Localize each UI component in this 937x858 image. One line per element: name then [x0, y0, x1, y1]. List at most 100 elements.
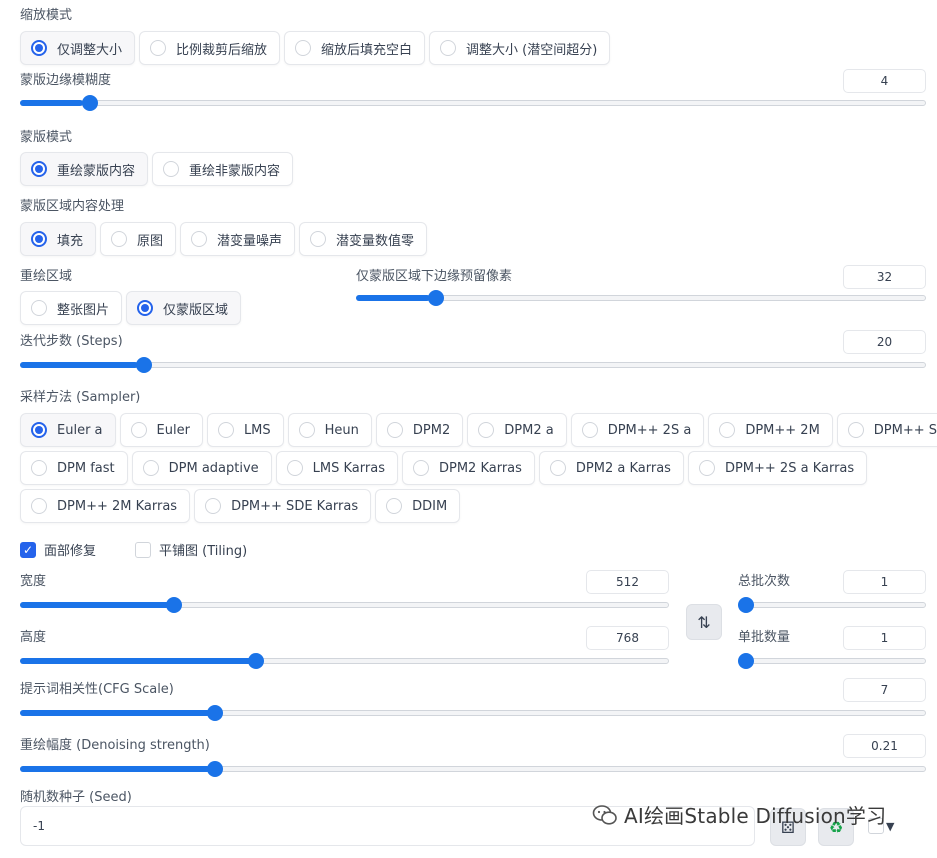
sampler-option[interactable]: LMS Karras [275, 451, 398, 485]
width-slider[interactable] [20, 597, 669, 613]
radio-unchecked-icon [142, 460, 159, 476]
sampler-option[interactable]: DPM++ SDE [836, 413, 937, 447]
restore-faces-checkbox[interactable]: ✓ 面部修复 [20, 540, 96, 559]
cfg-input[interactable]: 7 [843, 678, 926, 702]
masked-content-option[interactable]: 填充 [20, 222, 97, 256]
radio-option-label: DPM fast [57, 460, 115, 476]
radio-option-label: 调整大小 (潜空间超分) [466, 42, 598, 58]
radio-unchecked-icon [549, 460, 566, 476]
radio-unchecked-icon [847, 422, 864, 438]
sampler-option[interactable]: DPM++ 2S a [570, 413, 705, 447]
swap-vertical-icon: ⇅ [697, 612, 711, 632]
padding-slider[interactable] [356, 290, 926, 306]
denoising-label: 重绘幅度 (Denoising strength) [20, 738, 210, 753]
slider-thumb[interactable] [738, 597, 754, 613]
denoising-slider[interactable] [20, 761, 926, 777]
batch-size-slider[interactable] [738, 653, 926, 669]
resize-mode-option[interactable]: 缩放后填充空白 [284, 31, 426, 65]
radio-unchecked-icon [698, 460, 715, 476]
batch-count-slider[interactable] [738, 597, 926, 613]
height-slider[interactable] [20, 653, 669, 669]
resize-mode-option[interactable]: 调整大小 (潜空间超分) [429, 31, 611, 65]
slider-thumb[interactable] [738, 653, 754, 669]
sampler-option[interactable]: DPM fast [20, 451, 128, 485]
radio-unchecked-icon [412, 460, 429, 476]
sampler-option[interactable]: Euler [119, 413, 203, 447]
radio-option-label: DDIM [412, 498, 448, 514]
mask-mode-option[interactable]: 重绘蒙版内容 [20, 152, 149, 186]
slider-thumb[interactable] [247, 653, 264, 669]
sampler-option[interactable]: DPM adaptive [131, 451, 272, 485]
masked-content-option[interactable]: 潜变量噪声 [180, 222, 296, 256]
inpaint-area-option[interactable]: 仅蒙版区域 [126, 291, 242, 325]
resize-mode-option[interactable]: 仅调整大小 [20, 31, 136, 65]
radio-checked-icon [31, 422, 47, 438]
sampler-option[interactable]: DPM++ SDE Karras [194, 489, 372, 523]
height-input[interactable]: 768 [586, 626, 669, 650]
batch-size-input[interactable]: 1 [843, 626, 926, 650]
slider-thumb[interactable] [135, 357, 152, 373]
mask-mode-option[interactable]: 重绘非蒙版内容 [152, 152, 294, 186]
checkmark-icon: ✓ [20, 541, 36, 558]
masked-content-group: 填充 原图 潜变量噪声 潜变量数值零 [20, 222, 920, 256]
radio-option-label: Euler a [57, 422, 103, 438]
height-label: 高度 [20, 630, 47, 645]
sampler-group: Euler a Euler LMS Heun DPM2 DPM2 a DPM++ 2S a D… [20, 413, 937, 523]
batch-count-label: 总批次数 [738, 574, 791, 589]
sampler-option[interactable]: DPM++ 2S a Karras [687, 451, 868, 485]
tiling-checkbox[interactable]: 平铺图 (Tiling) [135, 540, 247, 559]
cfg-slider[interactable] [20, 705, 926, 721]
watermark: AI绘画Stable Diffusion学习 [592, 800, 886, 829]
mask-blur-input[interactable]: 4 [843, 69, 926, 93]
denoising-input[interactable]: 0.21 [843, 734, 926, 758]
radio-unchecked-icon [581, 422, 598, 438]
watermark-text: AI绘画Stable Diffusion学习 [624, 804, 887, 828]
sampler-option[interactable]: DDIM [375, 489, 461, 523]
slider-thumb[interactable] [206, 705, 223, 721]
sampler-option[interactable]: DPM++ 2M Karras [20, 489, 191, 523]
radio-option-label: 原图 [137, 233, 164, 249]
radio-option-label: 仅蒙版区域 [163, 302, 229, 318]
sampler-option[interactable]: DPM++ 2M [708, 413, 833, 447]
sampler-option[interactable]: Euler a [20, 413, 116, 447]
radio-unchecked-icon [191, 231, 208, 247]
slider-thumb[interactable] [206, 761, 223, 777]
mask-blur-slider[interactable] [20, 95, 926, 111]
swap-dimensions-button[interactable]: ⇅ [686, 604, 722, 640]
radio-option-label: DPM2 a Karras [575, 460, 671, 476]
radio-unchecked-icon [130, 422, 147, 438]
radio-option-label: 重绘非蒙版内容 [189, 163, 281, 179]
slider-thumb[interactable] [82, 95, 99, 111]
radio-option-label: DPM++ SDE [873, 422, 937, 438]
radio-option-label: DPM2 a [504, 422, 554, 438]
sampler-row: DPM++ 2M Karras DPM++ SDE Karras DDIM [20, 489, 937, 523]
slider-thumb[interactable] [428, 290, 445, 306]
checkbox-box [135, 541, 151, 558]
sampler-option[interactable]: DPM2 Karras [401, 451, 535, 485]
steps-slider[interactable] [20, 357, 926, 373]
sampler-option[interactable]: LMS [206, 413, 284, 447]
radio-unchecked-icon [217, 422, 234, 438]
inpaint-area-option[interactable]: 整张图片 [20, 291, 123, 325]
resize-mode-option[interactable]: 比例裁剪后缩放 [139, 31, 281, 65]
radio-option-label: DPM adaptive [168, 460, 259, 476]
sampler-option[interactable]: Heun [287, 413, 372, 447]
width-input[interactable]: 512 [586, 570, 669, 594]
radio-option-label: DPM++ 2S a Karras [724, 460, 855, 476]
padding-input[interactable]: 32 [843, 265, 926, 289]
masked-content-option[interactable]: 原图 [100, 222, 177, 256]
caret-down-icon: ▼ [886, 819, 895, 833]
radio-option-label: LMS [243, 422, 271, 438]
sampler-option[interactable]: DPM2 [375, 413, 464, 447]
batch-count-input[interactable]: 1 [843, 570, 926, 594]
slider-thumb[interactable] [165, 597, 182, 613]
steps-input[interactable]: 20 [843, 330, 926, 354]
radio-checked-icon [31, 40, 47, 56]
sampler-option[interactable]: DPM2 a Karras [538, 451, 684, 485]
sampler-option[interactable]: DPM2 a [467, 413, 567, 447]
radio-unchecked-icon [205, 498, 222, 514]
radio-unchecked-icon [440, 40, 457, 56]
radio-unchecked-icon [31, 498, 47, 514]
radio-option-label: DPM++ 2M [745, 422, 820, 438]
masked-content-option[interactable]: 潜变量数值零 [299, 222, 428, 256]
